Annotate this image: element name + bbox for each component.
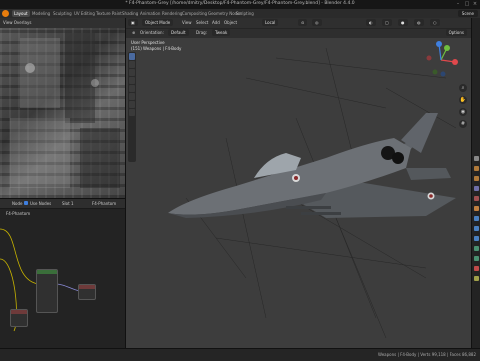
workspace-tab-sculpting[interactable]: Sculpting — [51, 10, 74, 17]
3d-viewport[interactable]: ▣ Object Mode View Select Add Object Loc… — [126, 18, 471, 348]
camera-icon[interactable]: ◉ — [459, 108, 467, 116]
physics-properties-icon[interactable] — [474, 236, 479, 241]
workspace-tab-scripting[interactable]: Scripting — [234, 10, 256, 17]
material-output-node[interactable] — [78, 284, 96, 300]
particles-properties-icon[interactable] — [474, 226, 479, 231]
workspace-tab-compositing[interactable]: Compositing — [180, 10, 209, 17]
minimize-icon[interactable]: – — [454, 1, 462, 7]
scene-statistics: Weapons | F4-Body | Verts 99,118 | Faces… — [377, 352, 476, 357]
workspace-tab-animation[interactable]: Animation — [138, 10, 162, 17]
tool-properties-icon[interactable] — [474, 156, 479, 161]
grid-icon[interactable]: # — [459, 120, 467, 128]
scene-selector[interactable]: Scene — [457, 10, 478, 17]
workspace-tab-layout[interactable]: Layout — [12, 10, 30, 17]
close-icon[interactable]: × — [471, 1, 479, 7]
image-editor[interactable]: View Overlays — [0, 18, 126, 198]
status-bar: Weapons | F4-Body | Verts 99,118 | Faces… — [0, 348, 480, 361]
object-properties-icon[interactable] — [474, 206, 479, 211]
modifier-properties-icon[interactable] — [474, 216, 479, 221]
material-properties-icon[interactable] — [474, 266, 479, 271]
properties-tab-strip — [471, 18, 480, 348]
scene-properties-icon[interactable] — [474, 186, 479, 191]
constraints-properties-icon[interactable] — [474, 246, 479, 251]
image-editor-menu[interactable]: View Overlays — [3, 19, 31, 26]
window-title: * F4-Phantom-Grey [/home/dmitry/Desktop/… — [125, 1, 355, 6]
output-properties-icon[interactable] — [474, 176, 479, 181]
texture-canvas[interactable] — [0, 28, 125, 198]
principled-bsdf-node[interactable] — [36, 269, 58, 313]
texture-properties-icon[interactable] — [474, 276, 479, 281]
render-properties-icon[interactable] — [474, 166, 479, 171]
workspace-tab-modeling[interactable]: Modeling — [30, 10, 52, 17]
world-properties-icon[interactable] — [474, 196, 479, 201]
data-properties-icon[interactable] — [474, 256, 479, 261]
zoom-icon[interactable]: ⌕ — [459, 84, 467, 92]
image-texture-node[interactable] — [10, 309, 28, 327]
title-bar: * F4-Phantom-Grey [/home/dmitry/Desktop/… — [0, 0, 480, 9]
blender-logo-icon[interactable] — [2, 10, 9, 17]
shader-node-editor[interactable]: Node Use Nodes Slot 1 F4-Phantom F4-Phan… — [0, 198, 126, 349]
hand-icon[interactable]: ✋ — [459, 96, 467, 104]
aircraft-model[interactable] — [126, 18, 471, 348]
texture-panels — [10, 33, 120, 188]
navigation-gizmo[interactable] — [421, 40, 461, 80]
maximize-icon[interactable]: □ — [463, 1, 471, 7]
